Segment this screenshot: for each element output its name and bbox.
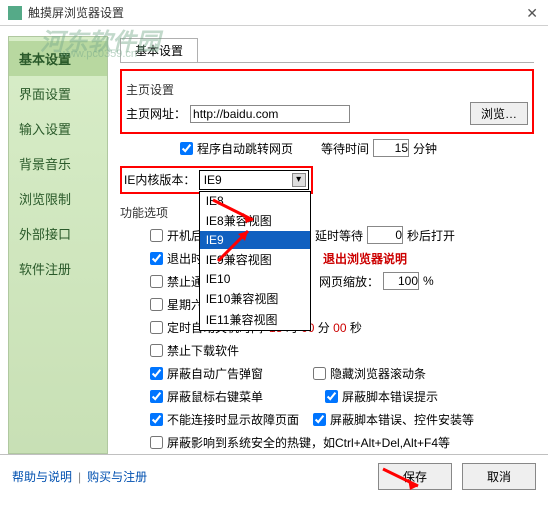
hotkey-label: 屏蔽影响到系统安全的热键，如Ctrl+Alt+Del,Alt+F4等	[167, 434, 450, 451]
scripterr-checkbox[interactable]	[325, 390, 338, 403]
delay-label: 延时等待	[315, 227, 363, 244]
wait-input[interactable]	[373, 139, 409, 157]
hidescroll-checkbox[interactable]	[313, 367, 326, 380]
app-icon	[8, 6, 22, 20]
delay-input[interactable]	[367, 226, 403, 244]
nodl-checkbox[interactable]	[150, 344, 163, 357]
autojump-label: 程序自动跳转网页	[197, 140, 293, 157]
homepage-url-input[interactable]	[190, 105, 350, 123]
zoom-label: 网页缩放：	[319, 273, 379, 290]
sidebar-item-music[interactable]: 背景音乐	[9, 146, 107, 181]
failpage-label: 不能连接时显示故障页面	[167, 411, 299, 428]
hidescroll-label: 隐藏浏览器滚动条	[330, 365, 426, 382]
weekend-checkbox[interactable]	[150, 298, 163, 311]
sidebar-item-input[interactable]: 输入设置	[9, 111, 107, 146]
adblock-checkbox[interactable]	[150, 367, 163, 380]
url-label: 主页网址：	[126, 105, 186, 122]
sidebar-item-restrict[interactable]: 浏览限制	[9, 181, 107, 216]
sidebar-item-register[interactable]: 软件注册	[9, 251, 107, 286]
timer-checkbox[interactable]	[150, 321, 163, 334]
ie-option[interactable]: IE10兼容视图	[200, 288, 310, 309]
scripterr-label: 屏蔽脚本错误提示	[342, 388, 438, 405]
titlebar: 触摸屏浏览器设置 ✕	[0, 0, 548, 26]
homepage-group-label: 主页设置	[126, 81, 528, 98]
homepage-group-highlight: 主页设置 主页网址： 浏览…	[120, 69, 534, 134]
rclick-checkbox[interactable]	[150, 390, 163, 403]
nodl-label: 禁止下载软件	[167, 342, 239, 359]
sidebar-item-ui[interactable]: 界面设置	[9, 76, 107, 111]
buy-link[interactable]: 购买与注册	[87, 468, 147, 485]
wait-label: 等待时间	[321, 140, 369, 157]
ie-option[interactable]: IE11兼容视图	[200, 309, 310, 330]
sidebar-item-external[interactable]: 外部接口	[9, 216, 107, 251]
zoom-unit: %	[423, 274, 434, 288]
pinch-checkbox[interactable]	[150, 275, 163, 288]
browse-button[interactable]: 浏览…	[470, 102, 528, 125]
scriptctl-label: 屏蔽脚本错误、控件安装等	[330, 411, 474, 428]
scriptctl-checkbox[interactable]	[313, 413, 326, 426]
cancel-button[interactable]: 取消	[462, 463, 536, 490]
autojump-checkbox[interactable]	[180, 142, 193, 155]
ie-option[interactable]: IE9兼容视图	[200, 249, 310, 270]
sidebar-item-basic[interactable]: 基本设置	[9, 41, 107, 76]
save-button[interactable]: 保存	[378, 463, 452, 490]
func-group-label: 功能选项	[120, 204, 534, 221]
ie-option-selected[interactable]: IE9	[200, 231, 310, 249]
close-icon[interactable]: ✕	[526, 5, 538, 22]
exit-checkbox[interactable]	[150, 252, 163, 265]
boot-checkbox[interactable]	[150, 229, 163, 242]
delay-unit: 秒后打开	[407, 227, 455, 244]
rclick-label: 屏蔽鼠标右键菜单	[167, 388, 263, 405]
footer: 帮助与说明 | 购买与注册 保存 取消	[0, 454, 548, 498]
tab-basic[interactable]: 基本设置	[120, 38, 198, 62]
exit-note: 退出浏览器说明	[323, 250, 407, 267]
timer-sec: 00	[333, 321, 346, 335]
ie-version-combo[interactable]: IE9 ▾ IE8 IE8兼容视图 IE9 IE9兼容视图 IE10 IE10兼…	[199, 170, 309, 190]
ie-version-value: IE9	[204, 173, 222, 187]
window-title: 触摸屏浏览器设置	[28, 4, 124, 21]
ie-option[interactable]: IE8	[200, 192, 310, 210]
hotkey-checkbox[interactable]	[150, 436, 163, 449]
ie-option[interactable]: IE10	[200, 270, 310, 288]
wait-unit: 分钟	[413, 140, 437, 157]
ie-dropdown: IE8 IE8兼容视图 IE9 IE9兼容视图 IE10 IE10兼容视图 IE…	[199, 191, 311, 331]
failpage-checkbox[interactable]	[150, 413, 163, 426]
ie-option[interactable]: IE8兼容视图	[200, 210, 310, 231]
chevron-down-icon[interactable]: ▾	[292, 173, 306, 187]
ie-label: IE内核版本：	[124, 173, 195, 187]
zoom-input[interactable]	[383, 272, 419, 290]
sidebar: 基本设置 界面设置 输入设置 背景音乐 浏览限制 外部接口 软件注册	[8, 36, 108, 454]
help-link[interactable]: 帮助与说明	[12, 468, 72, 485]
adblock-label: 屏蔽自动广告弹窗	[167, 365, 263, 382]
